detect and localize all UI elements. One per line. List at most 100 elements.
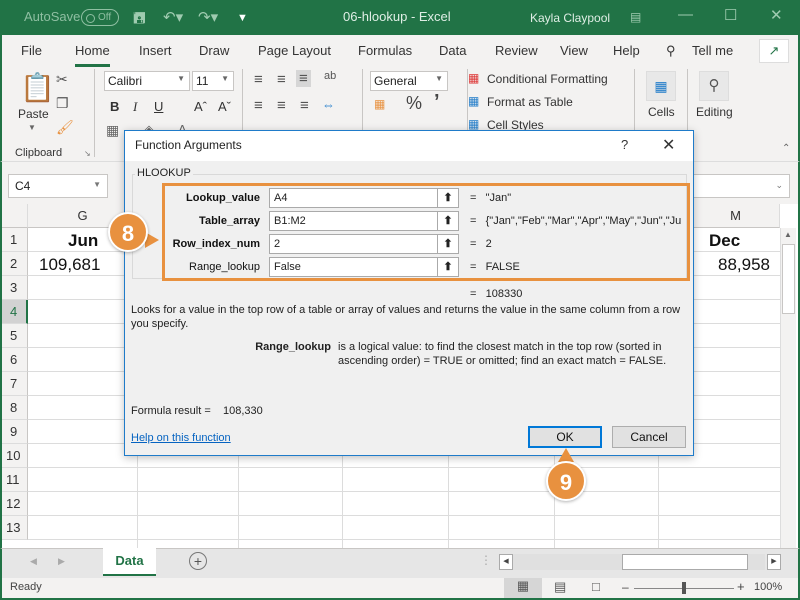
row-header[interactable]: 3 bbox=[2, 276, 28, 300]
font-size-select[interactable]: 11 ▼ bbox=[192, 71, 234, 91]
percent-icon[interactable]: % bbox=[406, 93, 422, 114]
page-layout-view-icon[interactable]: ▤ bbox=[554, 579, 566, 595]
row-header[interactable]: 7 bbox=[2, 372, 28, 396]
user-name[interactable]: Kayla Claypool bbox=[530, 11, 610, 25]
zoom-level[interactable]: 100% bbox=[754, 581, 782, 593]
underline-icon[interactable]: U bbox=[154, 99, 163, 114]
increase-font-icon[interactable]: Aˆ bbox=[194, 99, 207, 114]
close-dialog-icon[interactable]: ✕ bbox=[662, 135, 675, 155]
borders-icon[interactable]: ▦ bbox=[106, 122, 119, 139]
cell-m2[interactable]: 88,958 bbox=[718, 255, 770, 275]
cell-g1[interactable]: Jun bbox=[68, 231, 98, 251]
align-left-icon[interactable]: ≡ bbox=[254, 97, 263, 114]
tab-data[interactable]: Data bbox=[439, 43, 466, 58]
zoom-slider-thumb[interactable] bbox=[682, 582, 686, 594]
tab-view[interactable]: View bbox=[560, 43, 588, 58]
cell-g2[interactable]: 109,681 bbox=[39, 255, 100, 275]
maximize-icon[interactable]: ☐ bbox=[724, 6, 737, 24]
align-top-icon[interactable]: ≡ bbox=[254, 71, 263, 88]
lookup-value-input[interactable]: A4 bbox=[269, 188, 459, 208]
find-icon[interactable]: ⚲ bbox=[699, 71, 729, 101]
row-header[interactable]: 12 bbox=[2, 492, 28, 516]
dialog-launcher-icon[interactable]: ↘ bbox=[84, 149, 91, 158]
table-array-input[interactable]: B1:M2 bbox=[269, 211, 459, 231]
row-header[interactable]: 8 bbox=[2, 396, 28, 420]
format-as-table-button[interactable]: Format as Table bbox=[487, 95, 573, 109]
align-center-icon[interactable]: ≡ bbox=[277, 97, 286, 114]
scroll-right-icon[interactable]: ▶ bbox=[767, 554, 781, 570]
zoom-out-icon[interactable]: – bbox=[622, 580, 629, 594]
cell-m1[interactable]: Dec bbox=[709, 231, 740, 251]
editing-button[interactable]: Editing bbox=[696, 105, 733, 119]
close-window-icon[interactable]: ✕ bbox=[770, 6, 783, 24]
scroll-sheets-right-icon[interactable]: ▶ bbox=[58, 556, 65, 567]
customize-toolbar-icon[interactable]: ▼ bbox=[237, 12, 248, 24]
align-right-icon[interactable]: ≡ bbox=[300, 97, 309, 114]
collapse-dialog-icon[interactable]: ⬆ bbox=[437, 188, 459, 208]
normal-view-icon[interactable]: ▦ bbox=[504, 578, 542, 598]
sheet-tab-data[interactable]: Data bbox=[103, 548, 156, 576]
tab-file[interactable]: File bbox=[21, 43, 42, 58]
autosave-toggle[interactable]: Off bbox=[81, 9, 119, 26]
row-header[interactable]: 10 bbox=[2, 444, 28, 468]
help-on-function-link[interactable]: Help on this function bbox=[131, 432, 231, 444]
tab-insert[interactable]: Insert bbox=[139, 43, 172, 58]
name-box[interactable]: C4 ▼ bbox=[8, 174, 108, 198]
scroll-sheets-left-icon[interactable]: ◀ bbox=[30, 556, 37, 567]
paste-dropdown-icon[interactable]: ▼ bbox=[28, 123, 36, 132]
ok-button[interactable]: OK bbox=[528, 426, 602, 448]
collapse-ribbon-icon[interactable]: ⌃ bbox=[782, 143, 790, 154]
cells-icon[interactable]: ▦ bbox=[646, 71, 676, 101]
help-icon[interactable]: ? bbox=[621, 137, 628, 152]
row-header[interactable]: 13 bbox=[2, 516, 28, 540]
bold-icon[interactable]: B bbox=[110, 99, 119, 114]
row-header[interactable]: 6 bbox=[2, 348, 28, 372]
minimize-icon[interactable]: — bbox=[678, 6, 693, 23]
cells-button[interactable]: Cells bbox=[648, 105, 675, 119]
range-lookup-input[interactable]: False bbox=[269, 257, 459, 277]
tab-help[interactable]: Help bbox=[613, 43, 640, 58]
merge-center-icon[interactable]: ⇔ bbox=[322, 97, 335, 112]
tab-page-layout[interactable]: Page Layout bbox=[258, 43, 331, 58]
row-header[interactable]: 11 bbox=[2, 468, 28, 492]
tell-me-input[interactable]: Tell me bbox=[692, 43, 733, 58]
page-break-view-icon[interactable]: □ bbox=[592, 579, 600, 594]
zoom-in-icon[interactable]: + bbox=[737, 579, 745, 594]
font-name-select[interactable]: Calibri ▼ bbox=[104, 71, 190, 91]
number-format-select[interactable]: General ▼ bbox=[370, 71, 448, 91]
accounting-format-icon[interactable]: ▦ bbox=[374, 97, 385, 111]
paste-button[interactable]: Paste bbox=[18, 107, 49, 121]
undo-icon[interactable]: ↶▾ bbox=[163, 8, 183, 26]
tab-review[interactable]: Review bbox=[495, 43, 538, 58]
collapse-dialog-icon[interactable]: ⬆ bbox=[437, 257, 459, 277]
search-icon[interactable]: ⚲ bbox=[666, 43, 676, 59]
cancel-button[interactable]: Cancel bbox=[612, 426, 686, 448]
horizontal-scrollbar[interactable]: ◀ bbox=[499, 554, 765, 570]
save-icon[interactable]: 🖪 bbox=[133, 8, 146, 33]
horizontal-scroll-thumb[interactable] bbox=[622, 554, 748, 570]
formula-input[interactable]: ⌄ bbox=[692, 174, 790, 198]
align-bottom-icon[interactable]: ≡ bbox=[296, 70, 311, 87]
scroll-up-icon[interactable]: ▲ bbox=[784, 230, 792, 239]
row-header[interactable]: 2 bbox=[2, 252, 28, 276]
collapse-dialog-icon[interactable]: ⬆ bbox=[437, 211, 459, 231]
row-header-selected[interactable]: 4 bbox=[2, 300, 28, 324]
copy-icon[interactable]: ❐ bbox=[56, 95, 69, 112]
tab-draw[interactable]: Draw bbox=[199, 43, 229, 58]
ribbon-display-options-icon[interactable]: ▤ bbox=[630, 10, 641, 24]
column-header-m[interactable]: M bbox=[692, 204, 780, 228]
tab-home[interactable]: Home bbox=[75, 43, 110, 67]
tab-formulas[interactable]: Formulas bbox=[358, 43, 412, 58]
expand-formula-bar-icon[interactable]: ⌄ bbox=[775, 180, 783, 191]
italic-icon[interactable]: I bbox=[133, 99, 137, 115]
paste-icon[interactable]: 📋 bbox=[20, 71, 55, 104]
vertical-scroll-thumb[interactable] bbox=[782, 244, 795, 314]
comma-style-icon[interactable]: ’ bbox=[434, 91, 440, 114]
collapse-dialog-icon[interactable]: ⬆ bbox=[437, 234, 459, 254]
vertical-scrollbar[interactable]: ▲ bbox=[780, 228, 796, 548]
decrease-font-icon[interactable]: Aˇ bbox=[218, 99, 231, 114]
conditional-formatting-button[interactable]: Conditional Formatting bbox=[487, 72, 608, 86]
row-header[interactable]: 1 bbox=[2, 228, 28, 252]
row-header[interactable]: 5 bbox=[2, 324, 28, 348]
scroll-left-icon[interactable]: ◀ bbox=[499, 554, 513, 570]
